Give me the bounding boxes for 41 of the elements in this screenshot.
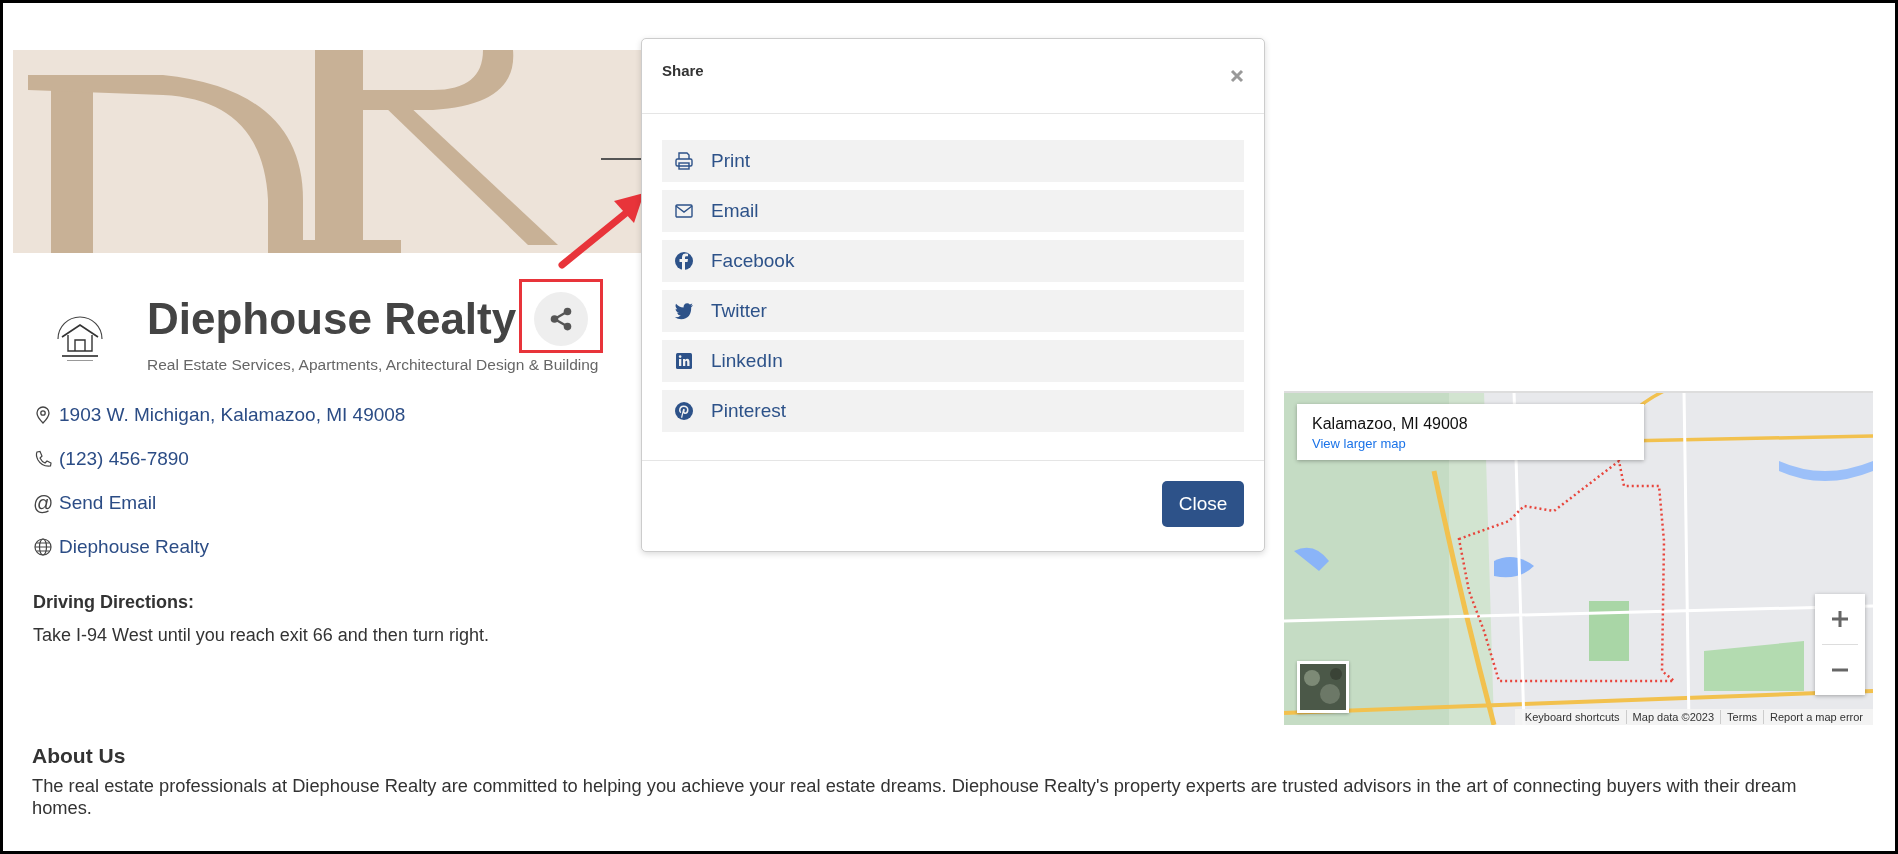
map-footer-link[interactable]: Terms: [1720, 710, 1764, 724]
envelope-icon: [674, 201, 694, 221]
directions-heading: Driving Directions:: [33, 591, 196, 613]
close-icon: [1230, 69, 1244, 83]
share-option[interactable]: Pinterest: [662, 390, 1244, 432]
map-footer-link[interactable]: Keyboard shortcuts: [1518, 710, 1626, 724]
satellite-thumbnail-icon: [1300, 664, 1346, 710]
about-text: The real estate professionals at Diephouse Realty are committed to helping you achieve your real estate dreams. Diephouse Realty's property experts are trusted advisors in the art of connecting buyers with their dream homes.: [32, 775, 1798, 819]
linkedin-icon: [674, 351, 694, 371]
larger-map-link[interactable]: View larger map: [1312, 436, 1406, 451]
share-option[interactable]: Twitter: [662, 290, 1244, 332]
map-footer-link[interactable]: Map data ©2023: [1625, 710, 1721, 724]
zoom-in-button[interactable]: [1815, 594, 1865, 644]
share-option[interactable]: Print: [662, 140, 1244, 182]
facebook-icon: [674, 251, 694, 271]
contact-link[interactable]: 1903 W. Michigan, Kalamazoo, MI 49008: [59, 404, 406, 426]
printer-icon: [674, 151, 694, 171]
contact-link[interactable]: Diephouse Realty: [59, 536, 209, 558]
about-heading: About Us: [32, 743, 127, 769]
share-option[interactable]: LinkedIn: [662, 340, 1244, 382]
close-button[interactable]: [1230, 69, 1244, 83]
satellite-toggle[interactable]: [1297, 661, 1349, 713]
directions-text: Take I-94 West until you reach exit 66 and then turn right.: [33, 624, 490, 646]
business-categories: Real Estate Services, Apartments, Architectural Design & Building: [147, 356, 599, 374]
map-pin-icon: [33, 405, 53, 425]
globe-icon: [33, 537, 53, 557]
minus-icon: [1830, 668, 1850, 672]
contact-link[interactable]: Send Email: [59, 492, 157, 514]
pinterest-icon: [674, 401, 694, 421]
contact-link[interactable]: (123) 456-7890: [59, 448, 189, 470]
at-sign-icon: @: [33, 491, 53, 515]
close-button[interactable]: Close: [1162, 481, 1244, 527]
place-name: Kalamazoo, MI 49008: [1312, 414, 1469, 434]
bird-icon: [674, 301, 694, 321]
plus-icon: [1830, 609, 1850, 629]
map-footer-link[interactable]: Report a map error: [1763, 710, 1869, 724]
dialog-title: Share: [662, 61, 704, 79]
share-option[interactable]: Facebook: [662, 240, 1244, 282]
phone-icon: [33, 449, 53, 469]
business-name: Diephouse Realty: [147, 293, 517, 345]
share-option[interactable]: Email: [662, 190, 1244, 232]
